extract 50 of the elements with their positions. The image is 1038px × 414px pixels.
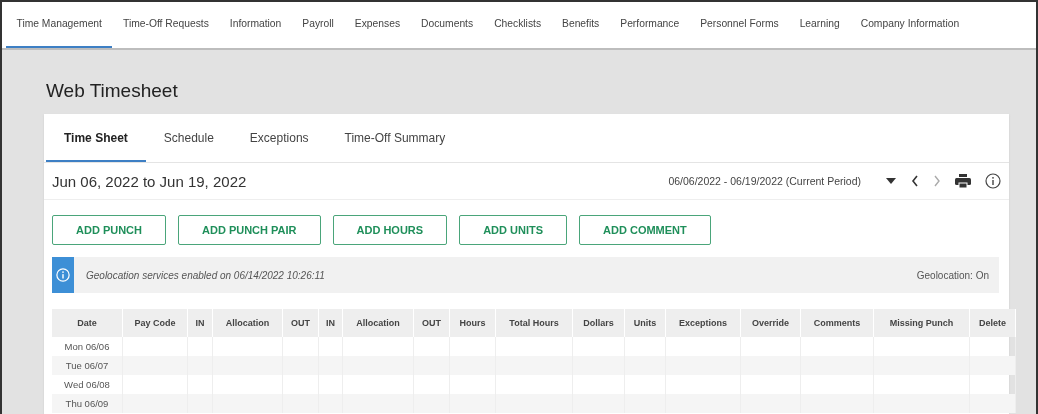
nav-tab[interactable]: Payroll — [291, 2, 345, 48]
geolocation-status: Geolocation: On — [916, 269, 989, 281]
action-button[interactable]: ADD HOURS — [332, 215, 448, 245]
print-icon[interactable] — [955, 174, 971, 188]
nav-tab[interactable]: Performance — [609, 2, 690, 48]
nav-tab[interactable]: Time-Off Requests — [112, 2, 220, 48]
action-button[interactable]: ADD PUNCH PAIR — [178, 215, 321, 245]
period-label: 06/06/2022 - 06/19/2022 (Current Period) — [668, 175, 861, 187]
nav-tab[interactable]: Information — [219, 2, 292, 48]
nav-tab[interactable]: Benefits — [551, 2, 610, 48]
tab[interactable]: Time Sheet — [46, 114, 146, 162]
column-header: Pay Code — [122, 309, 188, 337]
nav-tab[interactable]: Expenses — [344, 2, 411, 48]
notice-message: Geolocation services enabled on 06/14/2022 10:26:11 — [86, 269, 326, 281]
column-header: IN — [187, 309, 213, 337]
date-cell: Tue 06/07 — [52, 356, 123, 375]
page-title: Web Timesheet — [45, 79, 179, 103]
action-button[interactable]: ADD COMMENT — [579, 215, 711, 245]
tab[interactable]: Time-Off Summary — [326, 114, 464, 162]
column-header: Allocation — [212, 309, 283, 337]
column-header: Total Hours — [495, 309, 573, 337]
column-header: Units — [624, 309, 666, 337]
info-icon[interactable] — [985, 173, 1001, 189]
tab[interactable]: Exceptions — [231, 114, 327, 162]
nav-tab[interactable]: Checklists — [483, 2, 552, 48]
nav-tab[interactable]: Time Management — [6, 2, 113, 48]
column-header: Missing Punch — [873, 309, 970, 337]
nav-tab[interactable]: Company Information — [850, 2, 970, 48]
date-cell: Thu 06/09 — [52, 394, 123, 413]
previous-icon[interactable] — [911, 175, 919, 187]
action-button[interactable]: ADD UNITS — [459, 215, 568, 245]
nav-tab[interactable]: Documents — [410, 2, 484, 48]
nav-tab[interactable]: Personnel Forms — [689, 2, 790, 48]
action-button[interactable]: ADD PUNCH — [52, 215, 166, 245]
nav-tab[interactable]: Learning — [789, 2, 851, 48]
column-header: Comments — [800, 309, 874, 337]
column-header: Exceptions — [665, 309, 741, 337]
column-header: Dollars — [572, 309, 625, 337]
column-header: OUT — [282, 309, 319, 337]
column-header: Date — [52, 309, 123, 337]
column-header: Allocation — [342, 309, 414, 337]
column-header: OUT — [413, 309, 450, 337]
column-header: Delete — [969, 309, 1016, 337]
info-icon — [52, 257, 74, 293]
dropdown-caret-icon[interactable] — [885, 177, 897, 185]
column-header: IN — [318, 309, 343, 337]
tab[interactable]: Schedule — [145, 114, 232, 162]
column-header: Override — [740, 309, 801, 337]
column-header: Hours — [449, 309, 496, 337]
date-range-title: Jun 06, 2022 to Jun 19, 2022 — [52, 172, 247, 190]
